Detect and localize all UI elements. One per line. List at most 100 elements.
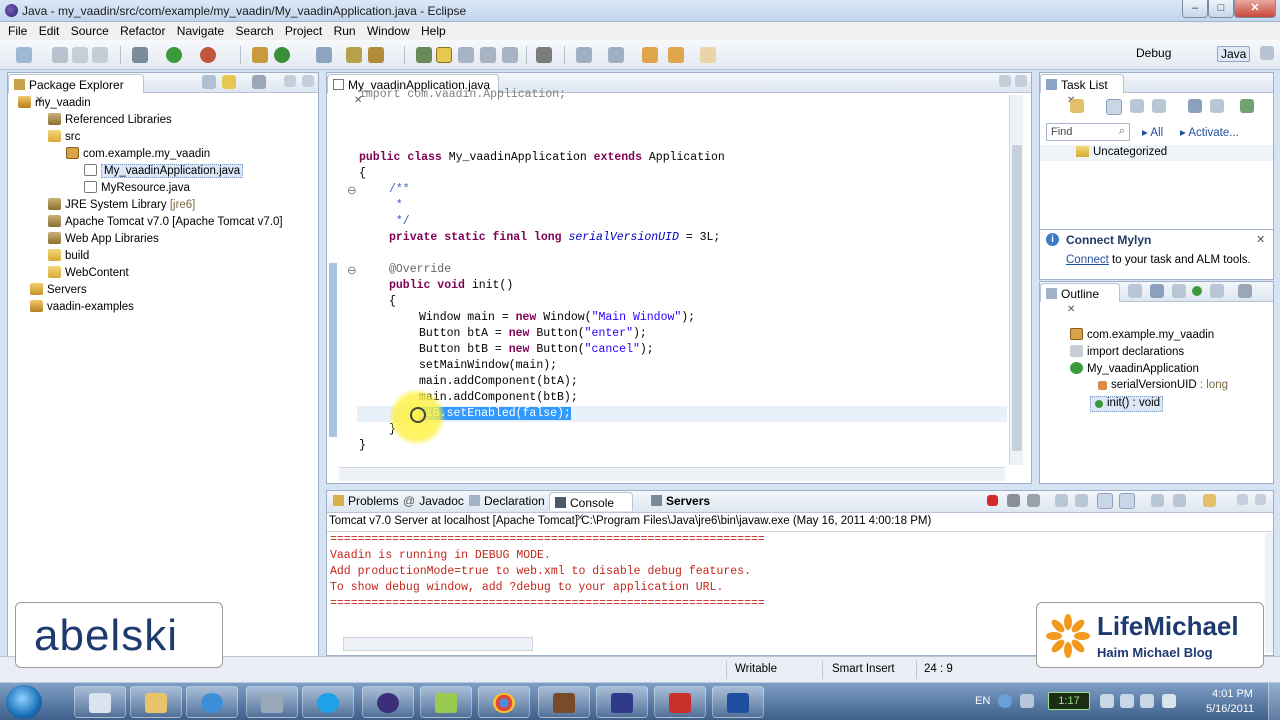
tab-console[interactable]: Console ✕ [549,492,633,524]
scroll-lock-icon[interactable] [1075,494,1088,507]
link-with-editor-icon[interactable] [222,75,236,89]
show-stdout-icon[interactable] [1097,493,1113,509]
clock-date[interactable]: 5/16/2011 [1206,703,1254,715]
next-annotation-icon[interactable] [576,47,592,63]
perspective-debug[interactable]: Debug [1136,46,1171,60]
taskbar-app-notes[interactable] [420,686,472,718]
tab-javadoc[interactable]: @ Javadoc [403,494,464,508]
sort-icon[interactable] [1128,284,1142,298]
taskbar-app-skype[interactable] [302,686,354,718]
scheduled-icon[interactable] [1130,99,1144,113]
tab-task-list[interactable]: Task List ✕ [1040,74,1124,106]
taskbar-app-explorer[interactable] [130,686,182,718]
hide-static-icon[interactable] [1172,284,1186,298]
power-icon[interactable] [1140,694,1154,708]
open-perspective-icon[interactable] [1260,46,1274,60]
console-scrollbar[interactable] [1265,533,1273,653]
menu-navigate[interactable]: Navigate [173,22,228,40]
previous-annotation-icon[interactable] [608,47,624,63]
menu-edit[interactable]: Edit [35,22,64,40]
tab-package-explorer[interactable]: Package Explorer ✕ [8,74,144,106]
pin-console-icon[interactable] [1151,494,1164,507]
volume-icon[interactable] [1100,694,1114,708]
perspective-java[interactable]: Java [1217,46,1251,62]
tree-item-vaadin-examples[interactable]: vaadin-examples [30,300,134,316]
menu-search[interactable]: Search [232,22,278,40]
vertical-scrollbar[interactable] [1009,95,1023,465]
menu-window[interactable]: Window [363,22,414,40]
minimize-button[interactable]: – [1182,0,1208,18]
taskbar-app-file-manager[interactable] [74,686,126,718]
clock-time[interactable]: 4:01 PM [1212,688,1253,700]
show-stderr-icon[interactable] [1119,493,1135,509]
taskbar-app-ie[interactable] [186,686,238,718]
tree-item-package[interactable]: com.example.my_vaadin [66,147,210,163]
tree-item-project[interactable]: my_vaadin [18,96,91,112]
show-desktop-button[interactable] [1268,683,1280,720]
tab-servers[interactable]: Servers [651,494,710,508]
start-button[interactable] [6,685,42,719]
tab-outline[interactable]: Outline ✕ [1040,283,1120,315]
fold-marker-icon[interactable]: ⊖ [347,263,357,278]
run-icon[interactable] [166,47,182,63]
debug-icon[interactable] [132,47,148,63]
outline-item-imports[interactable]: import declarations [1070,345,1184,361]
forward-arrow-icon[interactable] [700,47,716,63]
category-uncategorized[interactable]: Uncategorized [1076,146,1167,158]
tree-item-referenced-libraries[interactable]: Referenced Libraries [48,113,172,129]
search-icon[interactable] [346,47,362,63]
mylyn-connect-link[interactable]: Connect [1066,254,1109,266]
maximize-view-icon[interactable] [1015,75,1027,87]
menu-run[interactable]: Run [330,22,360,40]
view-menu-icon[interactable] [1238,284,1252,298]
new-icon[interactable] [16,47,32,63]
close-icon[interactable]: ✕ [1067,304,1075,315]
tray-expand-icon[interactable] [1020,694,1034,708]
tray-language[interactable]: EN [975,695,990,707]
taskbar-app-tool[interactable] [246,686,298,718]
display-console-icon[interactable] [1173,494,1186,507]
paragraph-icon[interactable] [502,47,518,63]
tree-item-application-java[interactable]: My_vaadinApplication.java [84,164,244,180]
view-menu-icon[interactable] [1240,99,1254,113]
taskbar-app-game[interactable] [538,686,590,718]
toggle-breadcrumb-icon[interactable] [416,47,432,63]
pen-icon[interactable] [368,47,384,63]
tray-battery-indicator[interactable]: 1:17 [1048,692,1090,710]
tree-item-webcontent[interactable]: WebContent [48,266,129,282]
menu-file[interactable]: File [4,22,31,40]
tab-problems[interactable]: Problems [333,494,399,508]
outline-item-package[interactable]: com.example.my_vaadin [1070,328,1214,344]
speaker-icon[interactable] [1162,694,1176,708]
network-icon[interactable] [1120,694,1134,708]
open-console-icon[interactable] [1203,494,1216,507]
tree-item-web-app-libraries[interactable]: Web App Libraries [48,232,159,248]
new-java-class-icon[interactable] [274,47,290,63]
horizontal-scrollbar[interactable] [339,467,1005,481]
console-hscrollbar[interactable] [343,637,533,651]
mark-occurrences-icon[interactable] [436,47,452,63]
maximize-view-icon[interactable] [1255,494,1266,505]
menu-refactor[interactable]: Refactor [116,22,169,40]
focus-icon[interactable] [1152,99,1166,113]
save-icon[interactable] [52,47,68,63]
tree-item-tomcat-library[interactable]: Apache Tomcat v7.0 [Apache Tomcat v7.0] [48,215,283,231]
activate-link[interactable]: ▸ Activate... [1180,125,1239,139]
show-whitespace-icon[interactable] [480,47,496,63]
new-java-package-icon[interactable] [252,47,268,63]
tree-item-build[interactable]: build [48,249,89,265]
collapse-all-icon[interactable] [202,75,216,89]
terminate-icon[interactable] [987,495,998,506]
menu-help[interactable]: Help [417,22,450,40]
remove-all-icon[interactable] [1027,494,1040,507]
maximize-button[interactable]: □ [1208,0,1234,18]
view-menu-icon[interactable] [252,75,266,89]
menu-source[interactable]: Source [67,22,113,40]
block-selection-icon[interactable] [458,47,474,63]
open-type-icon[interactable] [316,47,332,63]
outline-item-method[interactable]: init() : void [1090,396,1164,412]
outline-item-field[interactable]: serialVersionUID : long [1098,379,1228,395]
new-task-icon[interactable] [1070,99,1084,113]
collapse-icon[interactable] [1188,99,1202,113]
help-icon[interactable] [998,694,1012,708]
